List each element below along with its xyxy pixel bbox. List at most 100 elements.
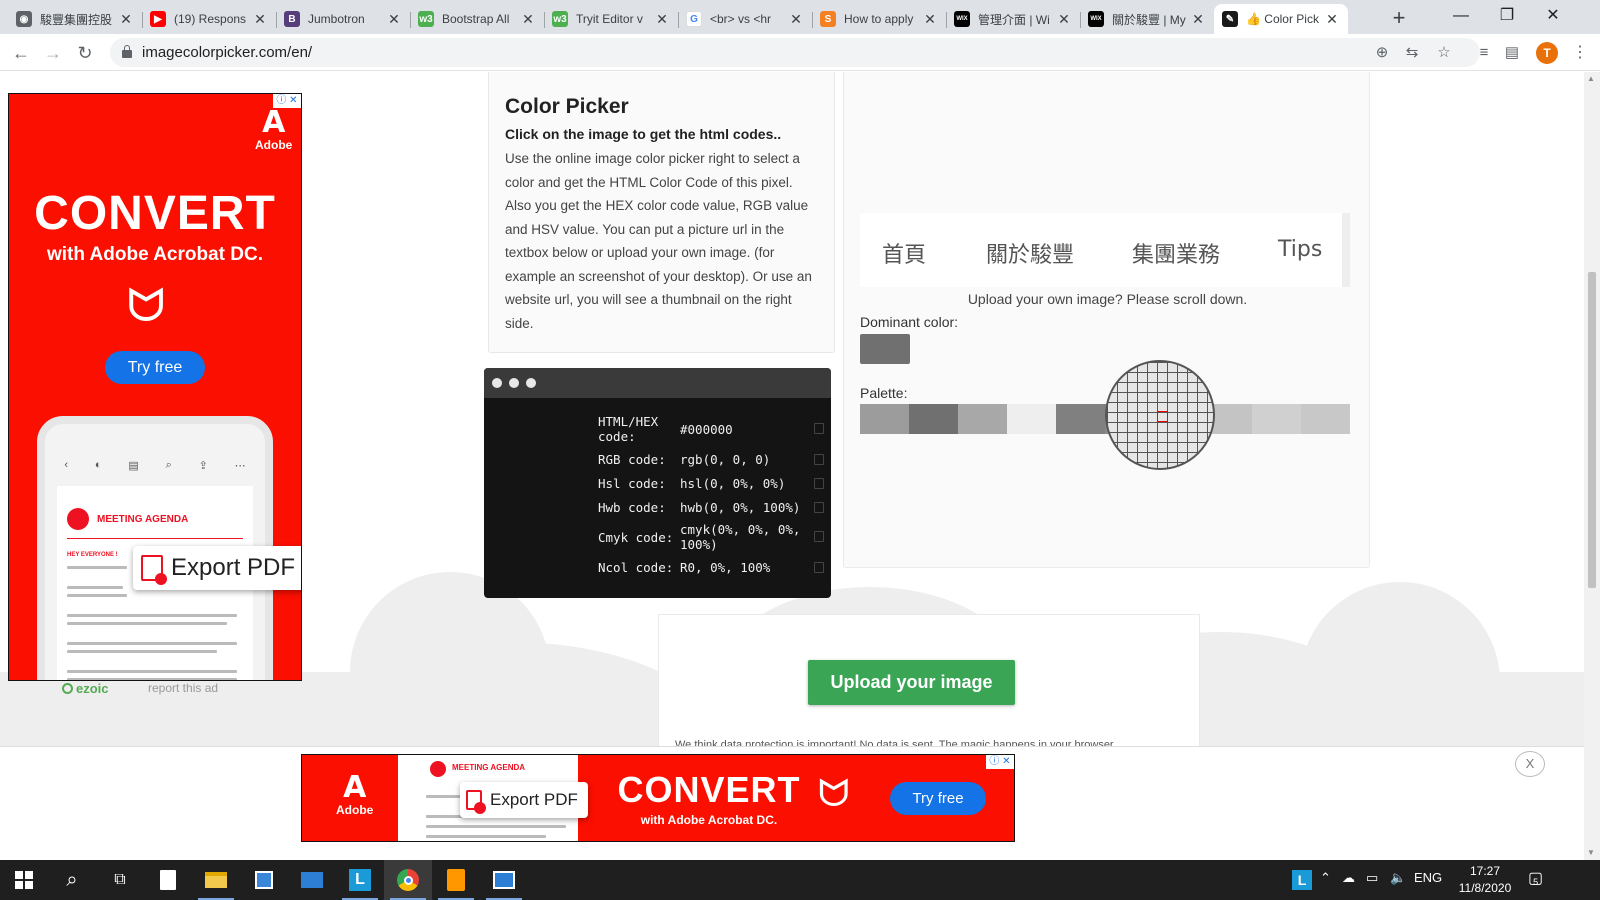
extensions-icon[interactable]: ▤ bbox=[1502, 43, 1522, 63]
copy-icon[interactable] bbox=[814, 562, 824, 573]
ad-headline: CONVERT bbox=[34, 187, 276, 240]
photos-app-icon[interactable] bbox=[480, 860, 528, 900]
palette-swatch[interactable] bbox=[1056, 404, 1105, 434]
browser-tab[interactable]: B Jumbotron ✕ bbox=[276, 4, 410, 34]
onedrive-icon[interactable]: ☁ bbox=[1342, 870, 1355, 886]
export-pdf-callout: Export PDF bbox=[460, 782, 588, 818]
report-ad-link[interactable]: report this ad bbox=[148, 681, 218, 695]
notepad-app-icon[interactable] bbox=[144, 860, 192, 900]
tab-favicon-icon: ◉ bbox=[16, 11, 32, 27]
close-window-button[interactable]: ✕ bbox=[1530, 0, 1576, 32]
network-icon[interactable]: ▭ bbox=[1366, 870, 1378, 886]
clock[interactable]: 17:27 11/8/2020 bbox=[1450, 863, 1520, 897]
color-code-value[interactable]: hwb(0, 0%, 100%) bbox=[680, 500, 810, 515]
url-text[interactable]: imagecolorpicker.com/en/ bbox=[142, 44, 312, 61]
browser-menu-icon[interactable]: ⋮ bbox=[1572, 42, 1588, 62]
scroll-up-arrow[interactable]: ▲ bbox=[1587, 74, 1595, 83]
close-ad-button[interactable]: X bbox=[1515, 751, 1545, 777]
palette-swatch[interactable] bbox=[1301, 404, 1350, 434]
chrome-app-icon[interactable] bbox=[384, 860, 432, 900]
browser-tab[interactable]: ◉ 駿豐集團控股 ✕ bbox=[8, 4, 142, 34]
browser-tab[interactable]: ▶ (19) Respons ✕ bbox=[142, 4, 276, 34]
media-control-icon[interactable]: ≡ bbox=[1474, 43, 1494, 63]
notifications-icon[interactable]: ▢5 bbox=[1528, 868, 1543, 888]
browser-tab[interactable]: WIX 管理介面 | Wi ✕ bbox=[946, 4, 1080, 34]
color-code-value[interactable]: R0, 0%, 100% bbox=[680, 560, 810, 575]
browser-tab[interactable]: S How to apply ✕ bbox=[812, 4, 946, 34]
ad-left-banner[interactable]: ⓘ ✕ A Adobe CONVERT with Adobe Acrobat D… bbox=[8, 93, 302, 681]
ad-try-free-button[interactable]: Try free bbox=[890, 782, 986, 815]
forward-button[interactable]: → bbox=[40, 40, 66, 66]
tab-favicon-icon: WIX bbox=[1088, 11, 1104, 27]
agenda-logo bbox=[430, 761, 446, 777]
task-view-icon[interactable]: ⧉ bbox=[96, 860, 144, 900]
palette-swatch[interactable] bbox=[860, 404, 909, 434]
bookmark-star-icon[interactable]: ☆ bbox=[1434, 43, 1454, 63]
windows-taskbar: ⌕ ⧉ L L ⌃ ☁ ▭ 🔈 ENG 17:27 11/8/2020 ▢5 bbox=[0, 860, 1600, 900]
tab-close-icon[interactable]: ✕ bbox=[788, 11, 804, 28]
ezoic-logo[interactable]: ezoic bbox=[62, 681, 109, 696]
profile-avatar[interactable]: T bbox=[1536, 42, 1558, 64]
selected-pixel-marker bbox=[1157, 411, 1168, 422]
back-button[interactable]: ← bbox=[8, 40, 34, 66]
browser-tab[interactable]: w3 Tryit Editor v ✕ bbox=[544, 4, 678, 34]
tab-close-icon[interactable]: ✕ bbox=[520, 11, 536, 28]
language-indicator[interactable]: ENG bbox=[1414, 870, 1442, 885]
scroll-down-arrow[interactable]: ▼ bbox=[1587, 848, 1595, 857]
translate-icon[interactable]: ⇆ bbox=[1402, 43, 1422, 63]
restore-button[interactable]: ❐ bbox=[1484, 0, 1530, 32]
install-app-icon[interactable]: ⊕ bbox=[1372, 43, 1392, 63]
search-taskbar-icon[interactable]: ⌕ bbox=[48, 860, 96, 900]
preview-image[interactable]: 首頁 關於駿豐 集團業務 Tips bbox=[860, 213, 1350, 287]
palette-swatch[interactable] bbox=[909, 404, 958, 434]
upload-image-button[interactable]: Upload your image bbox=[808, 660, 1015, 705]
store-app-icon[interactable] bbox=[240, 860, 288, 900]
agenda-greeting: HEY EVERYONE ! bbox=[67, 552, 118, 558]
tab-close-icon[interactable]: ✕ bbox=[922, 11, 938, 28]
start-button[interactable] bbox=[0, 860, 48, 900]
browser-tab[interactable]: WIX 關於駿豐 | My ✕ bbox=[1080, 4, 1214, 34]
copy-icon[interactable] bbox=[814, 454, 824, 465]
palette-swatch[interactable] bbox=[1252, 404, 1301, 434]
mail-app-icon[interactable] bbox=[288, 860, 336, 900]
copy-icon[interactable] bbox=[814, 531, 824, 542]
file-explorer-icon[interactable] bbox=[192, 860, 240, 900]
palette-swatch[interactable] bbox=[958, 404, 1007, 434]
tab-close-icon[interactable]: ✕ bbox=[252, 11, 268, 28]
copy-icon[interactable] bbox=[814, 502, 824, 513]
color-code-value[interactable]: hsl(0, 0%, 0%) bbox=[680, 476, 810, 491]
page-scrollbar[interactable]: ▲ ▼ bbox=[1584, 72, 1600, 860]
color-code-value[interactable]: cmyk(0%, 0%, 0%, 100%) bbox=[680, 522, 810, 552]
color-code-value[interactable]: rgb(0, 0, 0) bbox=[680, 452, 810, 467]
browser-tab[interactable]: w3 Bootstrap All ✕ bbox=[410, 4, 544, 34]
tab-close-icon[interactable]: ✕ bbox=[386, 11, 402, 28]
volume-icon[interactable]: 🔈 bbox=[1390, 870, 1406, 886]
tray-chevron-icon[interactable]: ⌃ bbox=[1320, 870, 1331, 886]
palette-swatch[interactable] bbox=[1007, 404, 1056, 434]
copy-icon[interactable] bbox=[814, 478, 824, 489]
tab-close-icon[interactable]: ✕ bbox=[654, 11, 670, 28]
scroll-thumb[interactable] bbox=[1588, 272, 1596, 588]
tab-favicon-icon: S bbox=[820, 11, 836, 27]
browser-tab[interactable]: G <br> vs <hr ✕ bbox=[678, 4, 812, 34]
ad-try-free-button[interactable]: Try free bbox=[105, 351, 205, 384]
ad-bottom-banner[interactable]: ⓘ ✕ A Adobe MEETING AGENDA Export PDF CO… bbox=[301, 754, 1015, 842]
address-bar[interactable]: imagecolorpicker.com/en/ ⊕ ⇆ ☆ bbox=[110, 38, 1480, 67]
new-tab-button[interactable]: + bbox=[1386, 6, 1412, 32]
tab-close-icon[interactable]: ✕ bbox=[1190, 11, 1206, 28]
agenda-title: MEETING AGENDA bbox=[97, 514, 189, 525]
sublime-app-icon[interactable] bbox=[432, 860, 480, 900]
reload-button[interactable]: ↻ bbox=[72, 40, 98, 66]
color-code-value[interactable]: #000000 bbox=[680, 422, 810, 437]
copy-icon[interactable] bbox=[814, 423, 824, 434]
tab-title: Bootstrap All bbox=[442, 12, 510, 26]
browser-tab[interactable]: ✎ 👍 Color Pick ✕ bbox=[1214, 4, 1348, 34]
l-tray-icon[interactable]: L bbox=[1288, 860, 1316, 900]
tab-close-icon[interactable]: ✕ bbox=[1056, 11, 1072, 28]
ad-choices-icon[interactable]: ⓘ ✕ bbox=[986, 755, 1014, 769]
tab-close-icon[interactable]: ✕ bbox=[1324, 11, 1340, 28]
l-app-icon[interactable]: L bbox=[336, 860, 384, 900]
minimize-button[interactable]: — bbox=[1438, 0, 1484, 32]
tab-close-icon[interactable]: ✕ bbox=[118, 11, 134, 28]
dominant-color-swatch[interactable] bbox=[860, 334, 910, 364]
